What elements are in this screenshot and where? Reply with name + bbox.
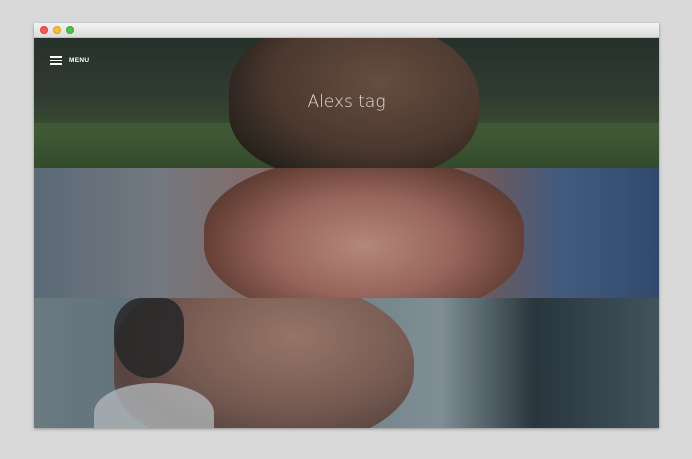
man-smiling-image bbox=[114, 298, 414, 428]
page-content: MENU Alexs tag bbox=[34, 38, 659, 428]
page-title: Alexs tag bbox=[307, 92, 386, 112]
woman-face-image bbox=[204, 168, 524, 298]
menu-button[interactable]: MENU bbox=[50, 56, 90, 65]
image-panel-2 bbox=[34, 168, 659, 298]
close-window-button[interactable] bbox=[40, 26, 48, 34]
minimize-window-button[interactable] bbox=[53, 26, 61, 34]
title-bar bbox=[34, 23, 659, 38]
browser-window: MENU Alexs tag bbox=[34, 23, 659, 428]
hamburger-icon bbox=[50, 56, 62, 65]
man-hair bbox=[114, 298, 184, 378]
park-background bbox=[34, 123, 659, 168]
zoom-window-button[interactable] bbox=[66, 26, 74, 34]
man-collar bbox=[94, 383, 214, 428]
menu-label: MENU bbox=[69, 56, 90, 64]
image-panel-3 bbox=[34, 298, 659, 428]
